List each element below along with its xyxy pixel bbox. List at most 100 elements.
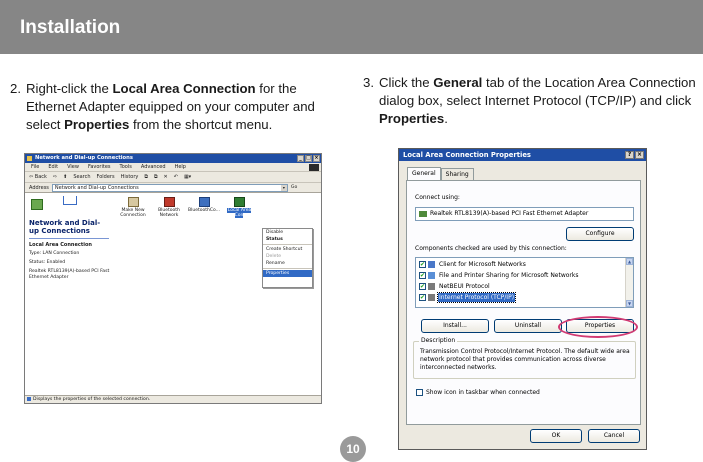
pane-subtitle: Local Area Connection [29, 242, 92, 248]
configure-button[interactable]: Configure [566, 227, 634, 241]
explorer-window: Network and Dial-up Connections _ □ × Fi… [24, 153, 322, 404]
list-item[interactable]: ✔ Internet Protocol (TCP/IP) [419, 292, 517, 303]
properties-highlight-ring [558, 316, 638, 338]
scroll-down-icon[interactable]: ▼ [626, 300, 633, 307]
adapter-field: Realtek RTL8139(A)-based PCI Fast Ethern… [415, 207, 634, 221]
properties-dialog: Local Area Connection Properties ? × Gen… [398, 148, 647, 450]
bluetooth-connection-item[interactable]: BluetoothCo... [187, 197, 221, 213]
search-button[interactable]: Search [73, 172, 90, 182]
component-label: File and Printer Sharing for Microsoft N… [439, 272, 579, 279]
menu-help[interactable]: Help [175, 163, 186, 171]
page-number-badge: 10 [340, 436, 366, 462]
list-item[interactable]: ✔ NetBEUI Protocol [419, 282, 491, 291]
chevron-down-icon[interactable]: ▾ [280, 185, 287, 191]
service-icon [428, 272, 435, 279]
explorer-title: Network and Dial-up Connections [35, 155, 133, 161]
network-cable-icon [63, 196, 77, 205]
menu-advanced[interactable]: Advanced [141, 163, 166, 171]
history-button[interactable]: History [121, 172, 139, 182]
up-button[interactable]: ⬆ [63, 172, 67, 182]
move-to-icon[interactable]: ⧉ [144, 172, 148, 182]
list-item[interactable]: ✔ File and Printer Sharing for Microsoft… [419, 271, 580, 280]
context-properties[interactable]: Properties [263, 270, 312, 277]
minimize-button[interactable]: _ [297, 155, 304, 162]
dialog-close-button[interactable]: × [635, 151, 644, 159]
description-group: Description Transmission Control Protoco… [413, 337, 636, 379]
back-button[interactable]: ⇦ Back [29, 172, 47, 182]
views-icon[interactable]: ▦▾ [184, 172, 191, 182]
general-tab-panel: Connect using: Realtek RTL8139(A)-based … [406, 180, 641, 425]
close-button[interactable]: × [313, 155, 320, 162]
context-separator [263, 268, 312, 269]
undo-icon[interactable]: ↶ [174, 172, 178, 182]
dialog-window-buttons: ? × [625, 151, 644, 159]
component-checkbox[interactable]: ✔ [419, 272, 426, 279]
delete-icon[interactable]: ✕ [164, 172, 168, 182]
bluetooth-network-label: Bluetooth Network [158, 208, 180, 218]
context-menu: Disable Status Create Shortcut Delete Re… [262, 228, 313, 288]
ok-button[interactable]: OK [530, 429, 582, 443]
bluetooth-connection-label: BluetoothCo... [188, 208, 220, 213]
forward-button[interactable]: ⇨ [53, 172, 57, 182]
address-input[interactable]: Network and Dial-up Connections ▾ [51, 184, 288, 192]
component-label: Client for Microsoft Networks [439, 261, 526, 268]
explorer-titlebar: Network and Dial-up Connections _ □ × [25, 154, 321, 163]
step-3-t1: Click the [379, 75, 434, 90]
network-adapter-icon [419, 211, 427, 217]
windows-logo-icon [309, 164, 319, 171]
menu-edit[interactable]: Edit [48, 163, 58, 171]
tab-general[interactable]: General [407, 167, 441, 180]
address-value: Network and Dial-up Connections [54, 185, 139, 191]
component-label: NetBEUI Protocol [439, 283, 490, 290]
components-list[interactable]: ✔ Client for Microsoft Networks ✔ File a… [415, 257, 634, 308]
local-area-connection-item[interactable]: Local Area Con [222, 197, 256, 218]
menu-view[interactable]: View [67, 163, 79, 171]
cancel-button[interactable]: Cancel [588, 429, 640, 443]
step-2-t1: Right-click the [26, 81, 113, 96]
component-checkbox[interactable]: ✔ [419, 294, 426, 301]
step-3-text: 3. Click the General tab of the Location… [363, 74, 698, 128]
context-status[interactable]: Status [263, 236, 312, 243]
context-rename[interactable]: Rename [263, 260, 312, 267]
install-button[interactable]: Install... [421, 319, 489, 333]
components-label: Components checked are used by this conn… [415, 245, 567, 252]
go-button[interactable]: Go [291, 183, 297, 192]
dialog-tabs: General Sharing [407, 167, 474, 180]
copy-to-icon[interactable]: ⧉ [154, 172, 158, 182]
page-title: Installation [20, 17, 121, 38]
component-checkbox[interactable]: ✔ [419, 283, 426, 290]
maximize-button[interactable]: □ [305, 155, 312, 162]
show-icon-option[interactable]: Show icon in taskbar when connected [416, 389, 540, 396]
tab-sharing[interactable]: Sharing [440, 168, 474, 180]
menu-file[interactable]: File [31, 163, 39, 171]
protocol-icon [428, 283, 435, 290]
help-button[interactable]: ? [625, 151, 634, 159]
local-area-connection-label: Local Area Con [226, 208, 252, 218]
context-disable[interactable]: Disable [263, 229, 312, 236]
bluetooth-network-item[interactable]: Bluetooth Network [152, 197, 186, 218]
menu-tools[interactable]: Tools [120, 163, 132, 171]
make-new-connection-icon [127, 197, 139, 207]
explorer-info-pane: Network and Dial-up Connections Local Ar… [25, 194, 115, 394]
network-folder-icon [31, 199, 43, 210]
step-2-b2: Properties [64, 117, 130, 132]
step-3-body: Click the General tab of the Location Ar… [363, 74, 698, 128]
context-delete[interactable]: Delete [263, 253, 312, 260]
step-2-text: 2. Right-click the Local Area Connection… [10, 80, 340, 134]
status-text: Displays the properties of the selected … [33, 397, 151, 402]
pane-adapter: Realtek RTL8139(A)-based PCI Fast Ethern… [29, 269, 110, 280]
folders-button[interactable]: Folders [97, 172, 115, 182]
context-create-shortcut[interactable]: Create Shortcut [263, 246, 312, 253]
uninstall-button[interactable]: Uninstall [494, 319, 562, 333]
menu-favorites[interactable]: Favorites [88, 163, 111, 171]
show-icon-checkbox[interactable] [416, 389, 423, 396]
dialog-title: Local Area Connection Properties [403, 151, 531, 159]
make-new-connection-item[interactable]: Make New Connection [116, 197, 150, 218]
pane-title: Network and Dial-up Connections [29, 219, 101, 235]
description-text: Transmission Control Protocol/Internet P… [420, 348, 630, 371]
step-3-b1: General [433, 75, 483, 90]
list-scrollbar[interactable]: ▲ ▼ [625, 258, 633, 307]
list-item[interactable]: ✔ Client for Microsoft Networks [419, 260, 527, 269]
scroll-up-icon[interactable]: ▲ [626, 258, 633, 265]
component-checkbox[interactable]: ✔ [419, 261, 426, 268]
